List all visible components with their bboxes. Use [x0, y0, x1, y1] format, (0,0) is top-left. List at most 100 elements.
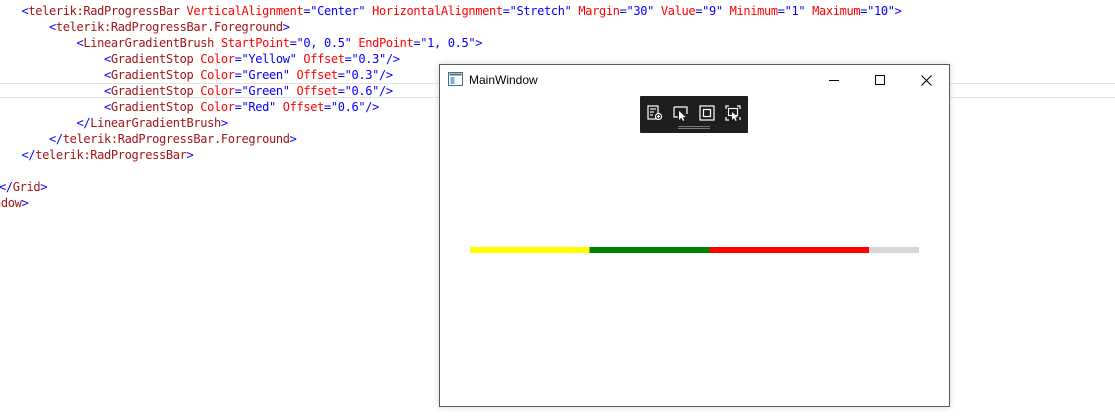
code-token: Grid — [12, 180, 41, 194]
toolbar-grip[interactable] — [678, 126, 710, 129]
code-line: </telerik:RadProgressBar.Foreground> — [0, 131, 297, 147]
code-token: "Green" — [241, 84, 290, 98]
code-token: StartPoint — [214, 36, 290, 50]
code-token: "0.6" — [330, 100, 366, 114]
code-token: = — [337, 68, 345, 82]
code-token: = — [234, 68, 242, 82]
code-token: = — [234, 100, 242, 114]
code-token: = — [619, 4, 627, 18]
code-line: <GradientStop Color="Green" Offset="0.6"… — [0, 83, 393, 99]
close-button[interactable] — [903, 65, 949, 95]
progress-indicator — [470, 247, 869, 253]
code-token: telerik:RadProgressBar — [28, 4, 180, 18]
code-token: GradientStop — [110, 100, 194, 114]
code-token: /> — [379, 68, 393, 82]
code-token: = — [344, 52, 352, 66]
in-app-debug-toolbar[interactable] — [640, 96, 748, 133]
code-line: <LinearGradientBrush StartPoint="0, 0.5"… — [0, 35, 483, 51]
code-token: telerik:RadProgressBar.Foreground — [62, 132, 290, 146]
title-bar[interactable]: MainWindow — [440, 65, 949, 95]
code-token: > — [186, 148, 194, 162]
code-token: GradientStop — [110, 52, 194, 66]
code-token: Color — [193, 100, 235, 114]
code-token: "Green" — [241, 68, 290, 82]
code-token: > — [289, 132, 297, 146]
code-token: LinearGradientBrush — [83, 36, 214, 50]
maximize-button[interactable] — [857, 65, 903, 95]
code-token: "0.3" — [344, 68, 380, 82]
visual-tree-icon[interactable] — [646, 104, 664, 122]
code-token: < — [104, 100, 111, 114]
code-token: = — [234, 52, 242, 66]
code-token: /> — [379, 84, 393, 98]
code-token: Offset — [289, 68, 338, 82]
code-token: LinearGradientBrush — [90, 116, 221, 130]
window-title: MainWindow — [469, 73, 538, 87]
code-line: <telerik:RadProgressBar VerticalAlignmen… — [0, 3, 902, 19]
code-token: HorizontalAlignment — [365, 4, 503, 18]
code-token: "10" — [867, 4, 895, 18]
code-token: telerik:RadProgressBar — [35, 148, 187, 162]
minimize-icon — [829, 80, 839, 81]
code-token: "1, 0.5" — [420, 36, 476, 50]
code-token: Color — [193, 52, 235, 66]
code-token: "30" — [626, 4, 655, 18]
code-line: ndow> — [0, 195, 29, 211]
code-token: "Stretch" — [509, 4, 572, 18]
main-window[interactable]: MainWindow — [439, 64, 950, 407]
code-token: "1" — [784, 4, 806, 18]
code-token: "Center" — [310, 4, 366, 18]
code-token: /> — [385, 52, 400, 66]
code-token: </ — [49, 132, 63, 146]
code-token: = — [289, 36, 297, 50]
code-line: </telerik:RadProgressBar> — [0, 147, 194, 163]
code-token: > — [21, 196, 29, 210]
code-token: "9" — [702, 4, 723, 18]
code-token: Maximum — [805, 4, 861, 18]
code-token: = — [337, 84, 345, 98]
code-token: Offset — [275, 100, 325, 114]
code-token: Color — [193, 68, 235, 82]
select-element-icon[interactable] — [672, 104, 690, 122]
code-token: /> — [365, 100, 379, 114]
code-token: ndow — [0, 196, 22, 210]
code-token: < — [49, 20, 56, 34]
code-token: = — [502, 4, 510, 18]
minimize-button[interactable] — [811, 65, 857, 95]
code-line: </Grid> — [0, 179, 47, 195]
code-token: > — [894, 4, 902, 18]
code-token: = — [234, 84, 242, 98]
wpf-window-icon — [448, 72, 463, 86]
code-line: </LinearGradientBrush> — [0, 115, 229, 131]
code-token: Minimum — [722, 4, 778, 18]
code-token: "0.6" — [344, 84, 380, 98]
code-token: > — [40, 180, 48, 194]
layout-adorners-icon[interactable] — [698, 104, 716, 122]
code-token: > — [220, 116, 228, 130]
code-token: telerik:RadProgressBar.Foreground — [55, 20, 283, 34]
code-token: > — [475, 36, 483, 50]
code-token: GradientStop — [110, 68, 194, 82]
code-token: "Yellow" — [241, 52, 297, 66]
code-token: </ — [0, 180, 13, 194]
code-token: Color — [193, 84, 235, 98]
code-token: Offset — [289, 84, 338, 98]
maximize-icon — [875, 75, 885, 85]
code-token: </ — [21, 148, 36, 162]
code-token: Value — [654, 4, 696, 18]
code-line: <GradientStop Color="Green" Offset="0.3"… — [0, 67, 393, 83]
code-line: <telerik:RadProgressBar.Foreground> — [0, 19, 290, 35]
track-focus-icon[interactable] — [724, 104, 742, 122]
code-token: < — [104, 52, 111, 66]
close-icon — [920, 74, 932, 86]
code-token: < — [104, 68, 111, 82]
code-token: "0, 0.5" — [296, 36, 352, 50]
